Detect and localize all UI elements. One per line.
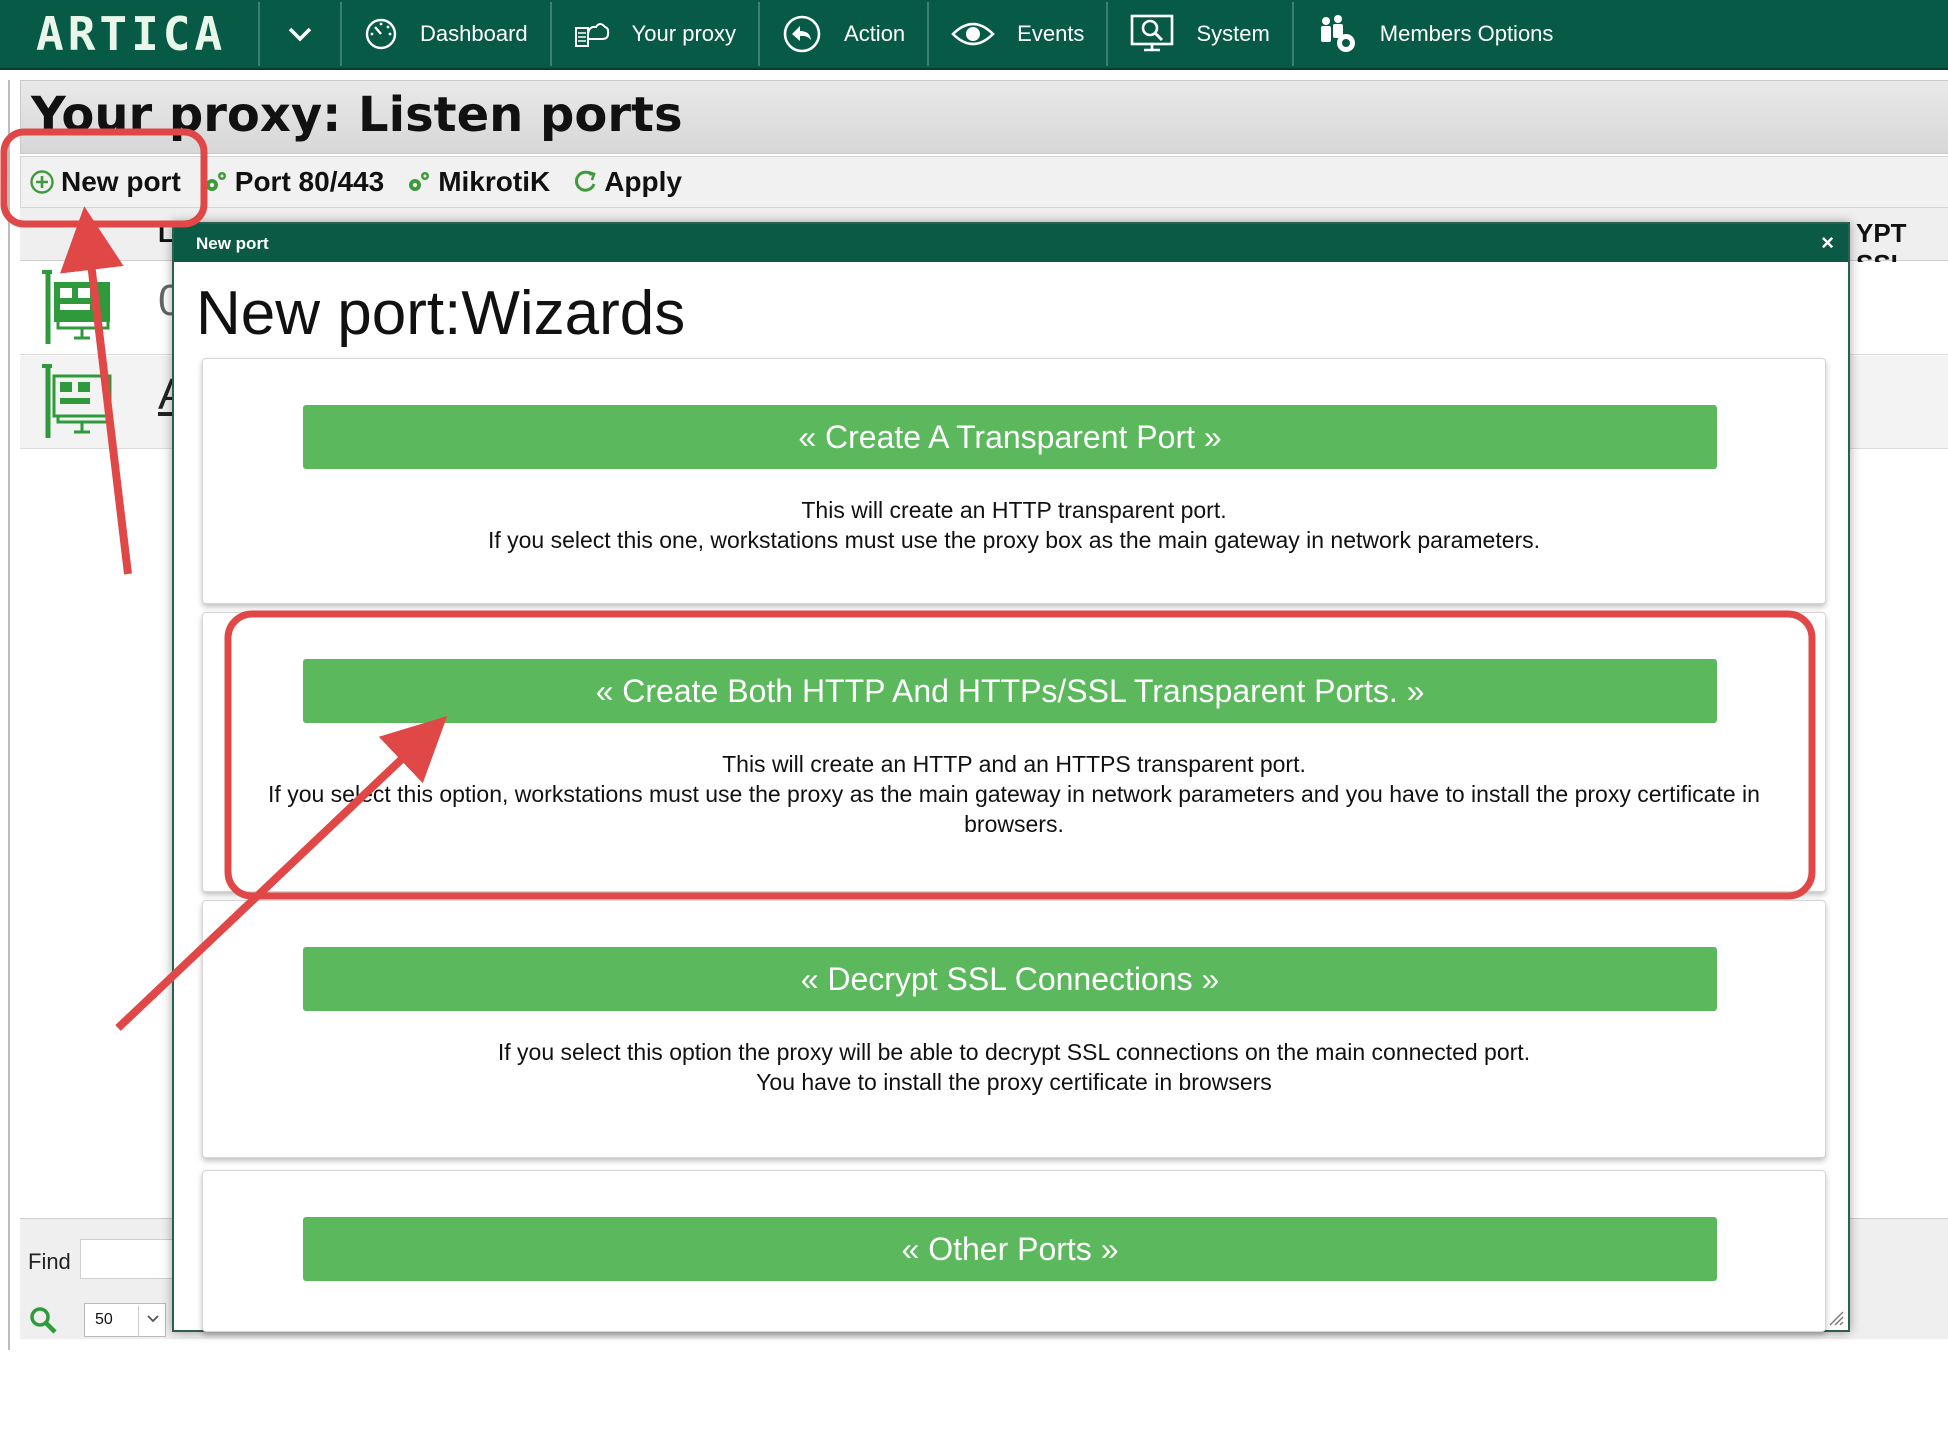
members-gear-icon — [1320, 15, 1355, 52]
close-icon[interactable]: × — [1821, 230, 1834, 256]
new-port-dialog: New port × New port:Wizards « Create A T… — [172, 222, 1850, 1332]
chevron-down-icon — [288, 27, 312, 42]
monitor-search-icon — [1131, 14, 1174, 52]
page-size-select[interactable]: 50 — [84, 1303, 166, 1337]
nav-your-proxy[interactable]: Your proxy — [552, 0, 758, 68]
page-size-value: 50 — [95, 1311, 113, 1328]
create-http-https-ports-button[interactable]: « Create Both HTTP And HTTPs/SSL Transpa… — [303, 659, 1717, 723]
nav-events[interactable]: Events — [929, 0, 1106, 68]
back-arrow-icon — [783, 15, 821, 53]
proxy-cloud-icon — [574, 23, 609, 47]
network-card-icon — [42, 270, 110, 344]
refresh-icon — [575, 170, 596, 192]
nav-system-label: System — [1196, 21, 1270, 46]
chevron-down-icon — [138, 1306, 161, 1337]
resize-grip-icon[interactable] — [1826, 1308, 1844, 1326]
nav-dashboard[interactable]: Dashboard — [342, 0, 550, 68]
gears-icon — [409, 172, 430, 191]
description-line: If you select this one, workstations mus… — [487, 527, 1541, 553]
nav-system[interactable]: System — [1108, 0, 1291, 68]
dialog-heading: New port:Wizards — [196, 279, 686, 348]
nav-members-options[interactable]: Members Options — [1294, 0, 1576, 68]
nav-your-proxy-label: Your proxy — [631, 21, 737, 46]
plus-circle-icon — [30, 170, 54, 194]
dialog-titlebar[interactable]: New port × — [174, 224, 1848, 262]
wizard-card-decrypt-ssl: « Decrypt SSL Connections » If you selec… — [202, 900, 1826, 1158]
port-80-443-button[interactable]: Port 80/443 — [203, 166, 384, 198]
wizard-card-http-https-ports: « Create Both HTTP And HTTPs/SSL Transpa… — [202, 612, 1826, 892]
top-navigation-bar: ARTICA Dashboard Your proxy Action Event… — [0, 0, 1948, 70]
dashboard-gauge-icon — [365, 18, 397, 50]
wizard-description: This will create an HTTP and an HTTPS tr… — [225, 749, 1803, 839]
nav-dashboard-label: Dashboard — [420, 21, 528, 46]
nav-members-options-label: Members Options — [1379, 21, 1554, 46]
mikrotik-label: MikrotiK — [438, 166, 551, 197]
find-label: Find — [28, 1249, 71, 1274]
apply-label: Apply — [604, 166, 682, 197]
gears-icon — [205, 172, 226, 191]
description-line: This will create an HTTP and an HTTPS tr… — [722, 751, 1306, 777]
description-line: If you select this option the proxy will… — [497, 1039, 1531, 1065]
apply-button[interactable]: Apply — [572, 166, 682, 198]
create-transparent-port-button[interactable]: « Create A Transparent Port » — [303, 405, 1717, 469]
wizard-description: If you select this option the proxy will… — [243, 1037, 1785, 1097]
nav-action[interactable]: Action — [760, 0, 927, 68]
page-title-bar: Your proxy: Listen ports — [20, 80, 1948, 154]
mikrotik-button[interactable]: MikrotiK — [406, 166, 550, 198]
network-card-icon — [42, 364, 112, 438]
dialog-title: New port — [196, 234, 269, 253]
nav-menu-toggle[interactable] — [260, 0, 340, 68]
wizard-description: This will create an HTTP transparent por… — [243, 495, 1785, 555]
search-icon[interactable] — [28, 1305, 58, 1335]
logo-text: ARTICA — [36, 7, 227, 61]
wizard-card-other-ports: « Other Ports » — [202, 1170, 1826, 1332]
decrypt-ssl-button[interactable]: « Decrypt SSL Connections » — [303, 947, 1717, 1011]
nav-events-label: Events — [1017, 21, 1085, 46]
eye-icon — [951, 22, 996, 46]
new-port-label: New port — [61, 166, 181, 197]
description-line: You have to install the proxy certificat… — [756, 1069, 1272, 1095]
wizard-card-transparent-port: « Create A Transparent Port » This will … — [202, 358, 1826, 604]
page-title: Your proxy: Listen ports — [31, 87, 683, 143]
artica-logo[interactable]: ARTICA — [0, 0, 258, 68]
new-port-button[interactable]: New port — [29, 166, 181, 198]
nav-action-label: Action — [844, 21, 906, 46]
description-line: This will create an HTTP transparent por… — [801, 497, 1227, 523]
description-line: If you select this option, workstations … — [268, 781, 1760, 837]
port-80-443-label: Port 80/443 — [234, 166, 385, 197]
other-ports-button[interactable]: « Other Ports » — [303, 1217, 1717, 1281]
page-toolbar: New port Port 80/443 MikrotiK Apply — [20, 156, 1948, 208]
